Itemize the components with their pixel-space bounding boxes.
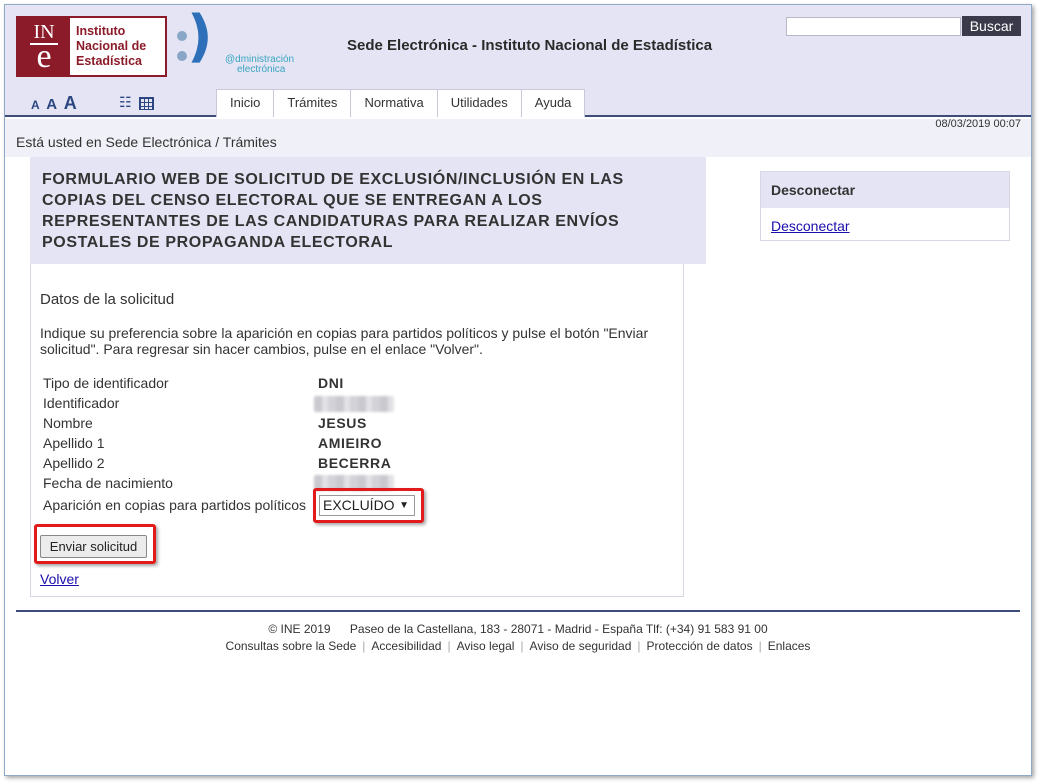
tool-icons: ☷ [119, 94, 158, 111]
tab-normativa[interactable]: Normativa [350, 89, 437, 117]
tab-tramites[interactable]: Trámites [273, 89, 351, 117]
section-title: Datos de la solicitud [40, 291, 175, 308]
font-size-large-button[interactable]: A [64, 93, 77, 114]
field-label-fecha-nacimiento: Fecha de nacimiento [43, 475, 173, 491]
search-input[interactable] [786, 17, 961, 36]
tab-utilidades[interactable]: Utilidades [436, 89, 521, 117]
footer-link-proteccion-datos[interactable]: Protección de datos [647, 639, 753, 653]
field-value-nombre: JESUS [318, 415, 367, 431]
footer-links: Consultas sobre la Sede | Accesibilidad | Av… [5, 639, 1031, 653]
field-label-aparicion: Aparición en copias para partidos políti… [43, 497, 307, 513]
breadcrumb-item-tramites[interactable]: Trámites [223, 134, 277, 150]
field-value-apellido-1: AMIEIRO [318, 435, 383, 451]
logo-dot-lower [177, 51, 187, 61]
logo-smile-paren: ) [187, 4, 213, 69]
breadcrumb-bar: Está usted en Sede Electrónica / Trámite… [5, 119, 1031, 157]
footer-separator: | [362, 639, 366, 653]
field-label-tipo-identificador: Tipo de identificador [43, 375, 169, 391]
footer-copyright: © INE 2019 [268, 622, 331, 636]
form-title-box: FORMULARIO WEB DE SOLICITUD DE EXCLUSIÓN… [30, 157, 706, 264]
ine-logo-text: Instituto Nacional de Estadística [76, 24, 166, 69]
field-label-apellido-1: Apellido 1 [43, 435, 105, 451]
font-size-small-button[interactable]: A [31, 98, 40, 112]
breadcrumb-separator: / [215, 134, 220, 150]
footer-link-accesibilidad[interactable]: Accesibilidad [371, 639, 441, 653]
back-link[interactable]: Volver [40, 571, 79, 587]
footer-separator: | [447, 639, 451, 653]
adm-logo-line2: electrónica [237, 64, 286, 75]
search-button[interactable]: Buscar [962, 16, 1021, 36]
footer-address: Paseo de la Castellana, 183 - 28071 - Ma… [349, 622, 768, 636]
ine-mark-bottom: e [36, 38, 52, 75]
footer-link-aviso-seguridad[interactable]: Aviso de seguridad [530, 639, 632, 653]
tab-ayuda[interactable]: Ayuda [520, 89, 586, 117]
ine-logo[interactable]: IN e Instituto Nacional de Estadística [16, 16, 167, 77]
footer-link-enlaces[interactable]: Enlaces [768, 639, 811, 653]
ine-logo-line2: Nacional de [76, 39, 147, 53]
font-size-controls: A A A [31, 93, 80, 114]
submit-button[interactable]: Enviar solicitud [40, 535, 147, 558]
footer-link-aviso-legal[interactable]: Aviso legal [457, 639, 515, 653]
footer-separator: | [758, 639, 762, 653]
font-size-medium-button[interactable]: A [46, 96, 57, 113]
current-date: 08/03/2019 00:07 [935, 118, 1021, 130]
sidebar-heading: Desconectar [761, 172, 1009, 208]
sitemap-icon[interactable]: ☷ [119, 94, 132, 111]
browser-frame: IN e Instituto Nacional de Estadística )… [4, 4, 1032, 776]
field-value-tipo-identificador: DNI [318, 375, 344, 391]
calendar-grid-icon[interactable] [139, 96, 155, 110]
breadcrumb-prefix: Está usted en [16, 134, 102, 150]
main-nav-tabs: Inicio Trámites Normativa Utilidades Ayu… [216, 89, 586, 117]
logo-dot-upper [177, 31, 187, 41]
redacted-identificador [314, 396, 394, 412]
adm-logo-text: @dministración electrónica [225, 55, 305, 75]
site-header: IN e Instituto Nacional de Estadística )… [5, 5, 1031, 117]
instructions-text: Indique su preferencia sobre la aparició… [40, 325, 649, 357]
site-title: Sede Electrónica - Instituto Nacional de… [347, 37, 713, 54]
breadcrumb-item-sede[interactable]: Sede Electrónica [106, 134, 212, 150]
ine-logo-line1: Instituto [76, 24, 126, 38]
footer-divider [16, 610, 1020, 612]
disconnect-link[interactable]: Desconectar [771, 218, 850, 234]
footer-separator: | [520, 639, 524, 653]
tab-inicio[interactable]: Inicio [216, 89, 274, 117]
administracion-electronica-logo[interactable]: ) @dministración electrónica [175, 9, 305, 81]
sidebar-box: Desconectar Desconectar [760, 171, 1010, 241]
field-label-apellido-2: Apellido 2 [43, 455, 105, 471]
ine-logo-line3: Estadística [76, 54, 143, 68]
form-title: FORMULARIO WEB DE SOLICITUD DE EXCLUSIÓN… [42, 171, 624, 251]
breadcrumb: Está usted en Sede Electrónica / Trámite… [16, 134, 277, 150]
footer-link-consultas[interactable]: Consultas sobre la Sede [226, 639, 357, 653]
aparicion-select-value: EXCLUÍDO [323, 497, 395, 513]
field-value-apellido-2: BECERRA [318, 455, 392, 471]
aparicion-select[interactable]: EXCLUÍDO ▼ [319, 495, 415, 516]
footer-info: © INE 2019 Paseo de la Castellana, 183 -… [5, 622, 1031, 636]
footer-separator: | [637, 639, 641, 653]
ine-logo-mark: IN e [18, 18, 70, 75]
field-label-identificador: Identificador [43, 395, 120, 411]
field-label-nombre: Nombre [43, 415, 93, 431]
chevron-down-icon: ▼ [399, 500, 409, 511]
